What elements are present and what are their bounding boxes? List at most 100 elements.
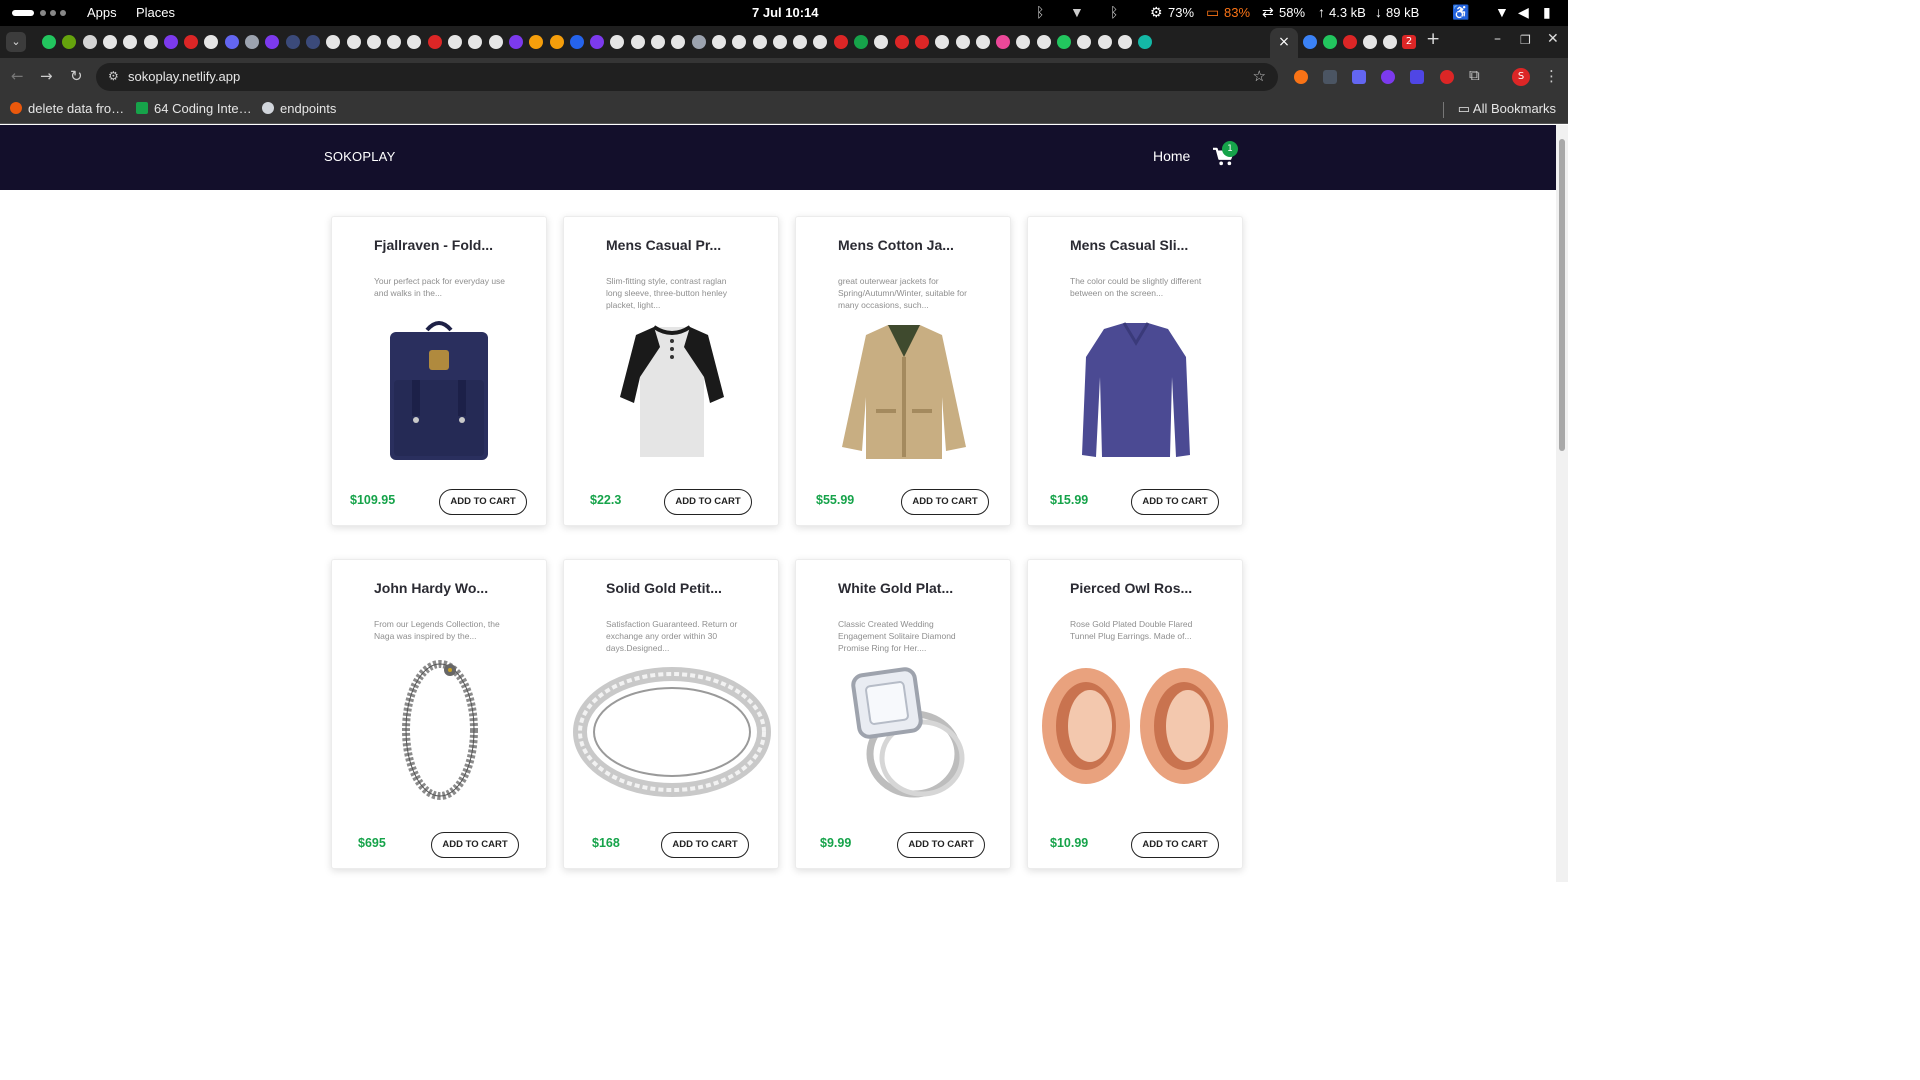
volume-icon[interactable]: ◀ [1518, 4, 1529, 21]
bracelet-image[interactable] [332, 660, 548, 810]
add-to-cart-button[interactable]: ADD TO CART [431, 832, 519, 858]
tab-favicon-icon[interactable] [996, 35, 1011, 49]
tab-favicon-icon[interactable] [427, 35, 442, 49]
product-title[interactable]: Mens Casual Sli... [1070, 237, 1230, 253]
workspace-dot[interactable] [40, 10, 46, 16]
add-to-cart-button[interactable]: ADD TO CART [897, 832, 985, 858]
add-to-cart-button[interactable]: ADD TO CART [901, 489, 989, 515]
tab-favicon-icon[interactable] [691, 35, 706, 49]
tunnel-plugs-image[interactable] [1028, 660, 1244, 810]
tab-favicon-icon[interactable] [529, 35, 544, 49]
tab-favicon-icon[interactable] [732, 35, 747, 49]
tab-search-button[interactable]: ⌄ [6, 32, 26, 52]
tab-favicon-icon[interactable] [1097, 35, 1112, 49]
tab-favicon-icon[interactable] [488, 35, 503, 49]
bookmark-star-icon[interactable]: ☆ [1253, 67, 1266, 85]
tab-favicon-icon[interactable] [833, 35, 848, 49]
new-tab-button[interactable]: + [1426, 29, 1440, 49]
tab-favicon-icon[interactable] [265, 35, 280, 49]
bookmark-item[interactable]: 64 Coding Inte… [136, 101, 252, 116]
tab-favicon-icon[interactable] [285, 35, 300, 49]
wifi-icon[interactable]: ▼ [1495, 4, 1509, 20]
tab-favicon-icon[interactable] [1036, 35, 1051, 49]
henley-shirt-image[interactable] [564, 317, 780, 467]
tab-favicon-icon[interactable] [1343, 35, 1357, 49]
product-title[interactable]: Mens Casual Pr... [606, 237, 766, 253]
product-card[interactable]: Mens Cotton Ja... great outerwear jacket… [795, 216, 1011, 526]
add-to-cart-button[interactable]: ADD TO CART [1131, 832, 1219, 858]
product-title[interactable]: Solid Gold Petit... [606, 580, 766, 596]
tab-favicon-icon[interactable] [671, 35, 686, 49]
bookmark-item[interactable]: delete data fro… [10, 101, 124, 116]
tab-favicon-icon[interactable] [1303, 35, 1317, 49]
tab-favicon-icon[interactable] [326, 35, 341, 49]
product-card[interactable]: Mens Casual Sli... The color could be sl… [1027, 216, 1243, 526]
url-text[interactable]: sokoplay.netlify.app [128, 69, 240, 84]
extension-icon[interactable] [1410, 70, 1424, 84]
tab-favicon-icon[interactable] [590, 35, 605, 49]
engagement-ring-image[interactable] [796, 662, 1012, 812]
tab-favicon-icon[interactable] [813, 35, 828, 49]
page-scrollbar[interactable] [1556, 125, 1568, 882]
tab-favicon-icon[interactable] [82, 35, 97, 49]
minimize-icon[interactable]: – [1494, 31, 1501, 47]
bluetooth-icon[interactable]: ᛒ [1110, 4, 1118, 20]
tab-favicon-icon[interactable] [508, 35, 523, 49]
tab-favicon-icon[interactable] [366, 35, 381, 49]
add-to-cart-button[interactable]: ADD TO CART [664, 489, 752, 515]
vpn-icon[interactable]: ▼ [1070, 4, 1084, 20]
workspace-dot[interactable] [60, 10, 66, 16]
product-title[interactable]: White Gold Plat... [838, 580, 998, 596]
product-card[interactable]: Mens Casual Pr... Slim-fitting style, co… [563, 216, 779, 526]
tab-favicon-icon[interactable] [224, 35, 239, 49]
bluetooth-icon[interactable]: ᛒ [1036, 4, 1044, 20]
tab-favicon-icon[interactable] [468, 35, 483, 49]
tab-favicon-icon[interactable] [772, 35, 787, 49]
bookmark-item[interactable]: endpoints [262, 101, 336, 116]
site-info-icon[interactable]: ⚙ [108, 69, 119, 83]
tab-favicon-icon[interactable] [752, 35, 767, 49]
clock[interactable]: 7 Jul 10:14 [752, 5, 819, 20]
tab-favicon-icon[interactable] [143, 35, 158, 49]
tab-favicon-icon[interactable] [448, 35, 462, 49]
extension-icon[interactable] [1440, 70, 1454, 84]
back-icon[interactable]: ← [11, 67, 24, 85]
extensions-puzzle-icon[interactable]: ⧉ [1469, 66, 1480, 84]
tab-favicon-icon[interactable] [305, 35, 320, 49]
apps-menu[interactable]: Apps [87, 5, 117, 20]
reload-icon[interactable]: ↻ [70, 67, 83, 85]
product-title[interactable]: Pierced Owl Ros... [1070, 580, 1230, 596]
browser-menu-icon[interactable]: ⋮ [1544, 67, 1559, 85]
add-to-cart-button[interactable]: ADD TO CART [661, 832, 749, 858]
tab-favicon-icon[interactable] [1363, 35, 1377, 49]
tab-favicon-icon[interactable]: 2 [1402, 35, 1416, 49]
close-window-icon[interactable]: ✕ [1547, 31, 1559, 47]
tab-favicon-icon[interactable] [854, 35, 868, 49]
places-menu[interactable]: Places [136, 5, 175, 20]
activities-indicator[interactable] [12, 10, 34, 16]
tab-favicon-icon[interactable] [874, 35, 889, 49]
tab-favicon-icon[interactable] [245, 35, 259, 49]
tab-favicon-icon[interactable] [549, 35, 564, 49]
tab-favicon-icon[interactable] [569, 35, 584, 49]
add-to-cart-button[interactable]: ADD TO CART [1131, 489, 1219, 515]
scrollbar-thumb[interactable] [1559, 139, 1565, 451]
product-card[interactable]: Solid Gold Petit... Satisfaction Guarant… [563, 559, 779, 869]
tab-favicon-icon[interactable] [914, 35, 929, 49]
tab-favicon-icon[interactable] [1138, 35, 1153, 49]
tab-favicon-icon[interactable] [793, 35, 808, 49]
extension-icon[interactable] [1381, 70, 1395, 84]
tab-favicon-icon[interactable] [1077, 35, 1092, 49]
tab-favicon-icon[interactable] [651, 35, 665, 49]
tab-favicon-icon[interactable] [387, 35, 402, 49]
all-bookmarks-button[interactable]: ▭ All Bookmarks [1458, 101, 1556, 117]
product-title[interactable]: Fjallraven - Fold... [374, 237, 534, 253]
active-tab-close-button[interactable]: × [1270, 28, 1298, 58]
restore-icon[interactable]: ❐ [1520, 33, 1531, 47]
extension-icon[interactable] [1352, 70, 1366, 84]
tab-favicon-icon[interactable] [204, 35, 219, 49]
product-title[interactable]: John Hardy Wo... [374, 580, 534, 596]
tab-favicon-icon[interactable] [711, 35, 726, 49]
tab-favicon-icon[interactable] [42, 35, 56, 49]
tab-favicon-icon[interactable] [163, 35, 178, 49]
